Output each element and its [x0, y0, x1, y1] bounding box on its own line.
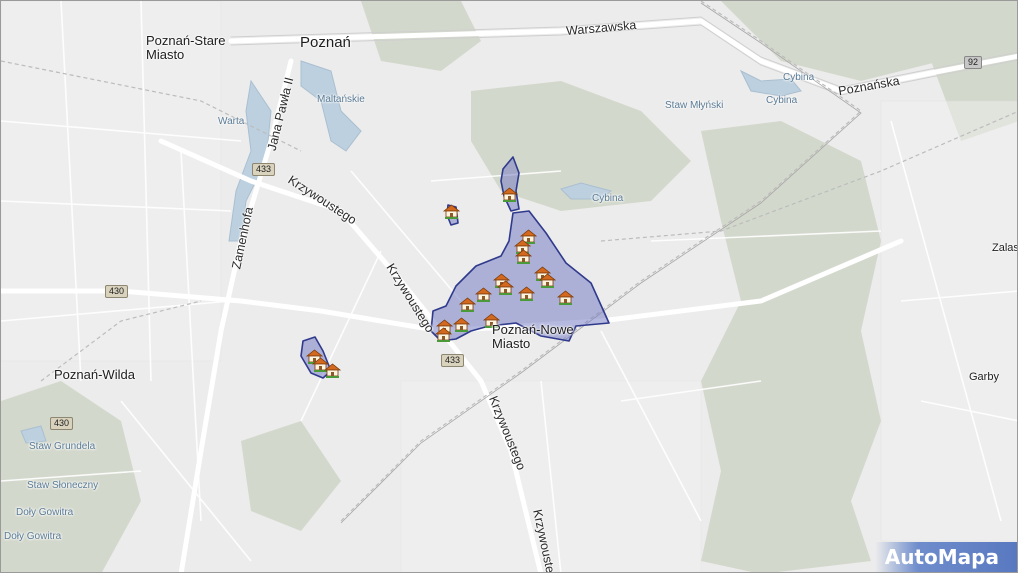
water-doly-gowitra: Doły Gowitra	[16, 507, 74, 518]
road-shield-430: 430	[105, 285, 129, 298]
water-warta: Warta	[218, 116, 245, 127]
house-marker-icon[interactable]	[556, 290, 575, 305]
automapa-logo[interactable]: AutoMapa	[875, 542, 1017, 572]
house-marker-icon[interactable]	[500, 187, 519, 202]
water-cybina-1: Cybina	[592, 193, 624, 204]
water-maltanskie: Maltańskie	[317, 94, 365, 105]
place-poznan-wilda[interactable]: Poznań-Wilda	[54, 368, 135, 382]
road-shield-433: 433	[252, 163, 276, 176]
map-view[interactable]: Poznań-Stare Miasto Poznań Poznań-Nowe M…	[0, 0, 1018, 573]
place-poznan-stare-miasto[interactable]: Poznań-Stare Miasto	[146, 34, 226, 62]
road-shield-430: 430	[50, 417, 74, 430]
house-marker-icon[interactable]	[442, 204, 461, 219]
house-marker-icon[interactable]	[452, 317, 471, 332]
place-poznan[interactable]: Poznań	[300, 35, 351, 50]
house-marker-icon[interactable]	[434, 327, 453, 342]
place-zalasewo[interactable]: Zalas	[992, 241, 1017, 255]
house-marker-icon[interactable]	[538, 273, 557, 288]
place-poznan-nowe-miasto[interactable]: Poznań-Nowe Miasto	[492, 323, 574, 351]
house-marker-icon[interactable]	[514, 249, 533, 264]
water-doly-gowitra-2: Doły Gowitra	[4, 531, 62, 542]
house-marker-icon[interactable]	[517, 286, 536, 301]
water-staw-mlynski: Staw Młyński	[665, 100, 724, 111]
water-staw-grundela: Staw Grundela	[29, 441, 96, 452]
road-shield-92: 92	[964, 56, 983, 69]
house-marker-icon[interactable]	[458, 297, 477, 312]
road-shield-433: 433	[441, 354, 465, 367]
place-garby[interactable]: Garby	[969, 370, 999, 384]
house-marker-icon[interactable]	[474, 287, 493, 302]
house-marker-icon[interactable]	[323, 363, 342, 378]
house-marker-icon[interactable]	[496, 280, 515, 295]
water-cybina-2: Cybina	[783, 72, 815, 83]
water-staw-sloneczny: Staw Słoneczny	[27, 480, 99, 491]
water-cybina-3: Cybina	[766, 95, 798, 106]
